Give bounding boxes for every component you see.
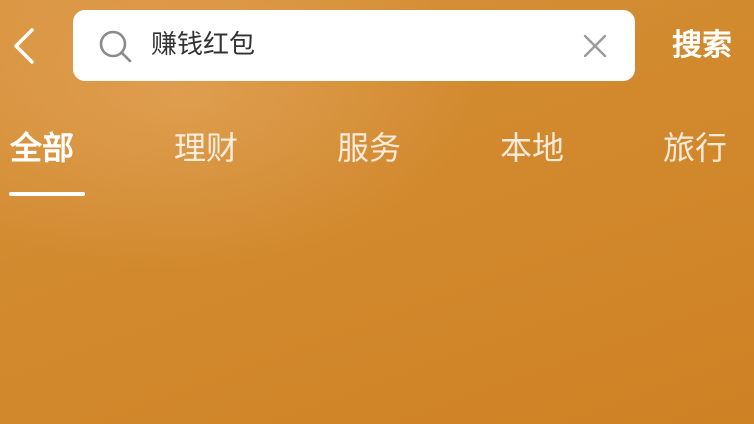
tab-services[interactable]: 服务 [337, 118, 401, 178]
search-input[interactable] [151, 22, 571, 68]
tab-travel[interactable]: 旅行 [663, 118, 727, 178]
back-button[interactable] [4, 22, 44, 70]
tab-finance[interactable]: 理财 [174, 118, 238, 178]
chevron-left-icon [14, 28, 34, 64]
search-box[interactable] [73, 10, 635, 81]
active-tab-indicator [9, 192, 85, 196]
search-button[interactable]: 搜索 [672, 22, 732, 70]
tab-local[interactable]: 本地 [500, 118, 564, 178]
search-icon [99, 30, 132, 63]
close-icon[interactable] [581, 32, 609, 60]
category-tabs: 全部 理财 服务 本地 旅行 [0, 118, 754, 198]
tab-all[interactable]: 全部 [10, 118, 74, 178]
search-header: 搜索 [0, 0, 754, 96]
